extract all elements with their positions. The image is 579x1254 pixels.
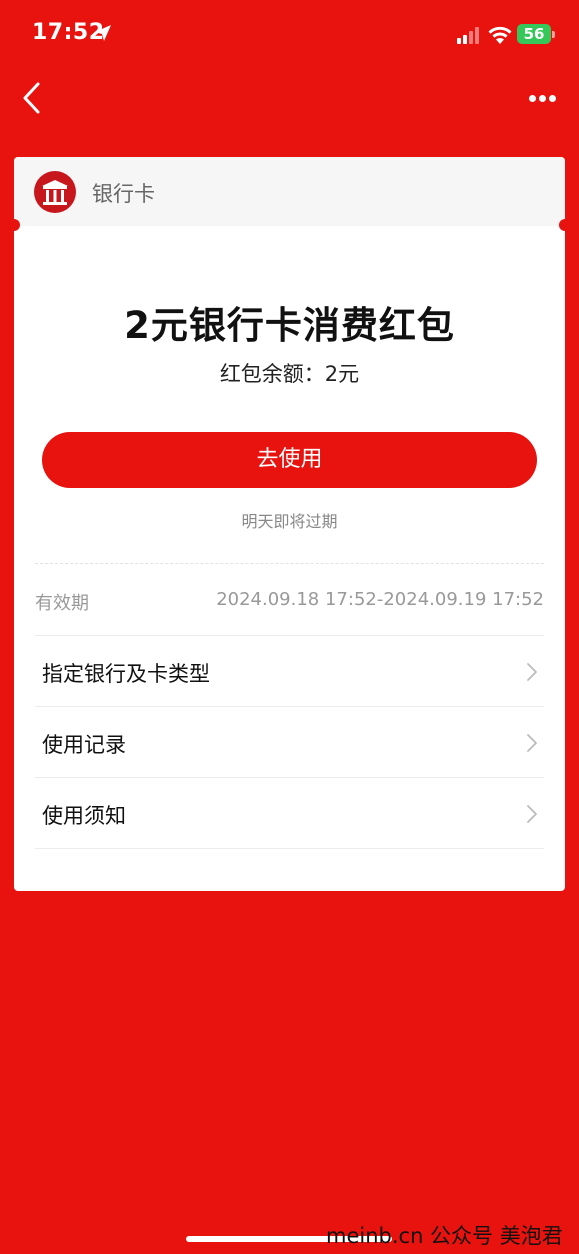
row-label: 使用记录 [42,733,126,757]
validity-row: 有效期 2024.09.18 17:52-2024.09.19 17:52 [35,587,544,617]
dashed-divider [35,563,544,564]
validity-value: 2024.09.18 17:52-2024.09.19 17:52 [216,589,544,610]
wifi-icon [488,26,512,44]
row-label: 指定银行及卡类型 [42,662,210,686]
more-options-button[interactable] [526,86,560,110]
expire-hint: 明天即将过期 [241,512,338,531]
location-arrow-icon [95,25,111,41]
chevron-left-icon [23,82,40,114]
use-coupon-button[interactable]: 去使用 [42,432,537,488]
chevron-right-icon [527,805,537,823]
status-bar: 17:52 56 [0,0,579,70]
watermark-text: meinb.cn 公众号 美泡君 [326,1224,563,1248]
row-usage-records[interactable]: 使用记录 [35,706,544,777]
coupon-balance: 红包余额：2元 [219,362,360,386]
card-header: 银行卡 [14,157,565,231]
ellipsis-icon [529,95,536,102]
row-usage-notes[interactable]: 使用须知 [35,777,544,848]
chevron-right-icon [527,734,537,752]
battery-tip [552,31,555,38]
back-button[interactable] [18,80,48,116]
card-header-title: 银行卡 [92,182,155,206]
battery-indicator: 56 [517,24,551,44]
ticket-notch-left [14,219,20,231]
row-label: 使用须知 [42,804,126,828]
ticket-notch-right [559,219,565,231]
validity-label: 有效期 [35,593,89,614]
bank-building-icon [34,171,76,213]
list-bottom-divider [35,848,544,849]
cellular-signal-icon [457,26,481,44]
chevron-right-icon [527,663,537,681]
row-designated-banks[interactable]: 指定银行及卡类型 [35,635,544,706]
coupon-title: 2元银行卡消费红包 [124,304,455,347]
coupon-card: 银行卡 2元银行卡消费红包 红包余额：2元 去使用 明天即将过期 有效期 202… [14,157,565,891]
